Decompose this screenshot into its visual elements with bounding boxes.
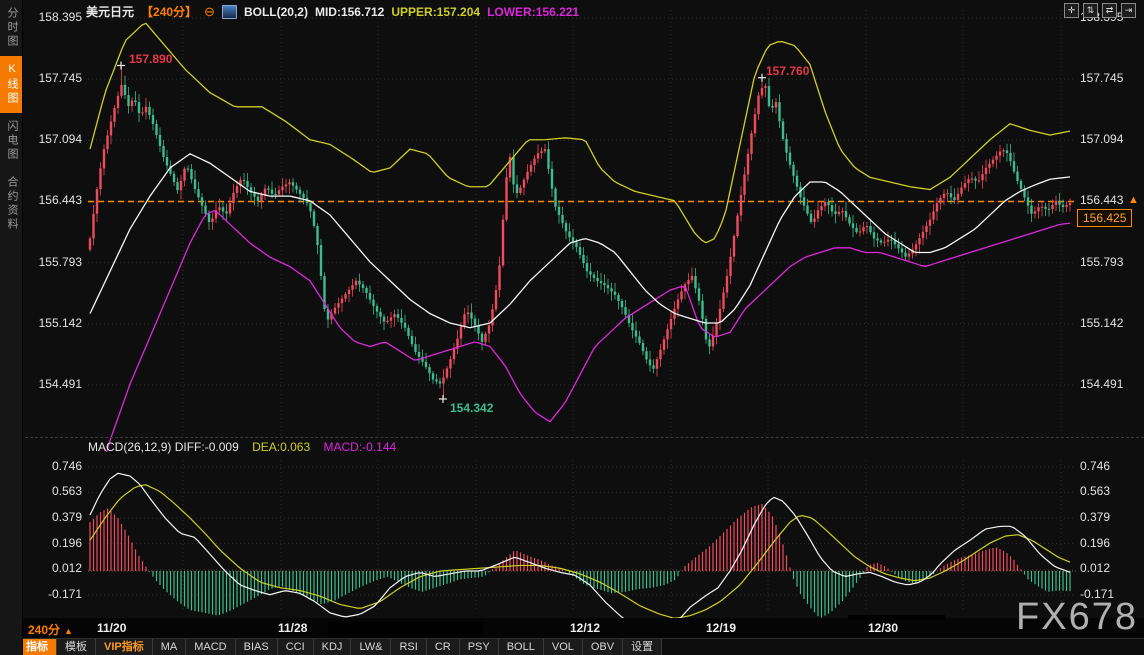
tab-CR[interactable]: CR [427,639,460,655]
redaction-box [328,622,483,637]
macd-axis-label: 0.379 [1080,510,1110,524]
macd-axis-label: 0.379 [24,510,82,524]
price-axis-label: 155.793 [1080,255,1123,269]
macd-value: MACD:-0.144 [323,440,396,454]
period-label[interactable]: 240分 ▲ [28,621,73,638]
macd-axis-label: 0.563 [1080,484,1110,498]
indicator-toolbar: 指标模板VIP指标MAMACDBIASCCIKDJLW&RSICRPSYBOLL… [0,638,1144,655]
triangle-up-icon: ▲ [64,626,73,636]
redaction-box [848,615,945,620]
macd-axis-label: 0.196 [24,536,82,550]
chart-header: 美元日元 【240分】 ⊖ BOLL(20,2) MID:156.712 UPP… [86,3,579,20]
tab-KDJ[interactable]: KDJ [314,639,352,655]
boll-upper-value: UPPER:157.204 [391,5,480,19]
tab-CCI[interactable]: CCI [278,639,314,655]
macd-axis-label: 0.563 [24,484,82,498]
tab-PSY[interactable]: PSY [460,639,499,655]
trading-app-window: 分时图K线图闪电图合约资料 美元日元 【240分】 ⊖ BOLL(20,2) M… [0,0,1144,655]
price-axis-label: 155.793 [24,255,82,269]
chart-icon [222,5,237,19]
tab-MACD[interactable]: MACD [186,639,235,655]
date-label-11/20: 11/20 [97,621,126,635]
tab-指标[interactable]: 指标 [18,639,57,655]
macd-axis-label: 0.746 [1080,459,1110,473]
tab-MA[interactable]: MA [153,639,187,655]
tab-VOL[interactable]: VOL [544,639,583,655]
macd-axis-label: 0.012 [24,561,82,575]
date-label-12/30: 12/30 [868,621,898,635]
tab-LW&[interactable]: LW& [351,639,391,655]
tab-BIAS[interactable]: BIAS [236,639,278,655]
date-label-11/28: 11/28 [278,621,307,635]
current-price-arrow-icon: ▲ [1128,194,1139,206]
watermark-logo: FX678 [1016,596,1138,639]
x-scale-icon[interactable]: ⇄ [1102,3,1117,18]
date-label-12/19: 12/19 [706,621,736,635]
price-axis-label: 157.094 [24,132,82,146]
macd-title: MACD(26,12,9) [88,440,171,454]
price-axis-label: 157.745 [1080,71,1123,85]
price-axis-label: 154.491 [24,377,82,391]
tab-VIP指标[interactable]: VIP指标 [96,639,153,655]
macd-chart-canvas[interactable] [0,452,1144,618]
price-axis-label: 156.443 [1080,193,1123,207]
tab-BOLL[interactable]: BOLL [499,639,544,655]
macd-header: MACD(26,12,9) DIFF:-0.009 DEA:0.063 MACD… [88,440,396,454]
macd-axis-label: -0.171 [24,587,82,601]
main-chart-canvas[interactable] [0,0,1144,452]
minus-circle-icon[interactable]: ⊖ [204,4,215,20]
tab-设置[interactable]: 设置 [623,639,662,655]
period-label-text: 240分 [28,623,60,637]
chart-tool-icons: ✛ ⇅ ⇄ ⇥ [1064,3,1136,18]
macd-axis-label: 0.012 [1080,561,1110,575]
sidebar-item-合约资料[interactable]: 合约资料 [0,169,22,239]
price-axis-label: 154.491 [1080,377,1123,391]
macd-axis-label: 0.746 [24,459,82,473]
crosshair-icon[interactable]: ✛ [1064,3,1079,18]
boll-indicator-label: BOLL(20,2) [244,5,308,19]
price-axis-label: 155.142 [24,316,82,330]
sidebar-item-分时图[interactable]: 分时图 [0,0,22,56]
price-axis-label: 157.094 [1080,132,1123,146]
price-axis-label: 155.142 [1080,316,1123,330]
sidebar-item-K线图[interactable]: K线图 [0,56,22,113]
tab-模板[interactable]: 模板 [57,639,96,655]
date-label-12/12: 12/12 [570,621,600,635]
chart-type-sidebar: 分时图K线图闪电图合约资料 [0,0,23,655]
price-annotation-154.342: 154.342 [450,401,493,415]
symbol-title: 美元日元 [86,3,134,20]
macd-diff-value: DIFF:-0.009 [175,440,239,454]
date-axis-row: 240分 ▲ 11/20 11/28 12/12 12/19 12/30 [22,618,1144,638]
price-axis-label: 157.745 [24,71,82,85]
macd-dea-value: DEA:0.063 [252,440,310,454]
price-annotation-157.890: 157.890 [129,52,172,66]
period-selector[interactable]: 【240分】 [141,3,197,20]
price-axis-label: 158.395 [24,10,82,24]
macd-axis-label: 0.196 [1080,536,1110,550]
price-axis-label: 156.443 [24,193,82,207]
boll-mid-value: MID:156.712 [315,5,384,19]
panel-separator [0,437,1144,438]
current-price-badge: 156.425 [1077,209,1132,227]
tab-RSI[interactable]: RSI [391,639,426,655]
sidebar-item-闪电图[interactable]: 闪电图 [0,113,22,169]
tab-OBV[interactable]: OBV [583,639,623,655]
y-scale-icon[interactable]: ⇅ [1083,3,1098,18]
price-annotation-157.760: 157.760 [766,64,809,78]
boll-lower-value: LOWER:156.221 [487,5,579,19]
exit-right-icon[interactable]: ⇥ [1121,3,1136,18]
